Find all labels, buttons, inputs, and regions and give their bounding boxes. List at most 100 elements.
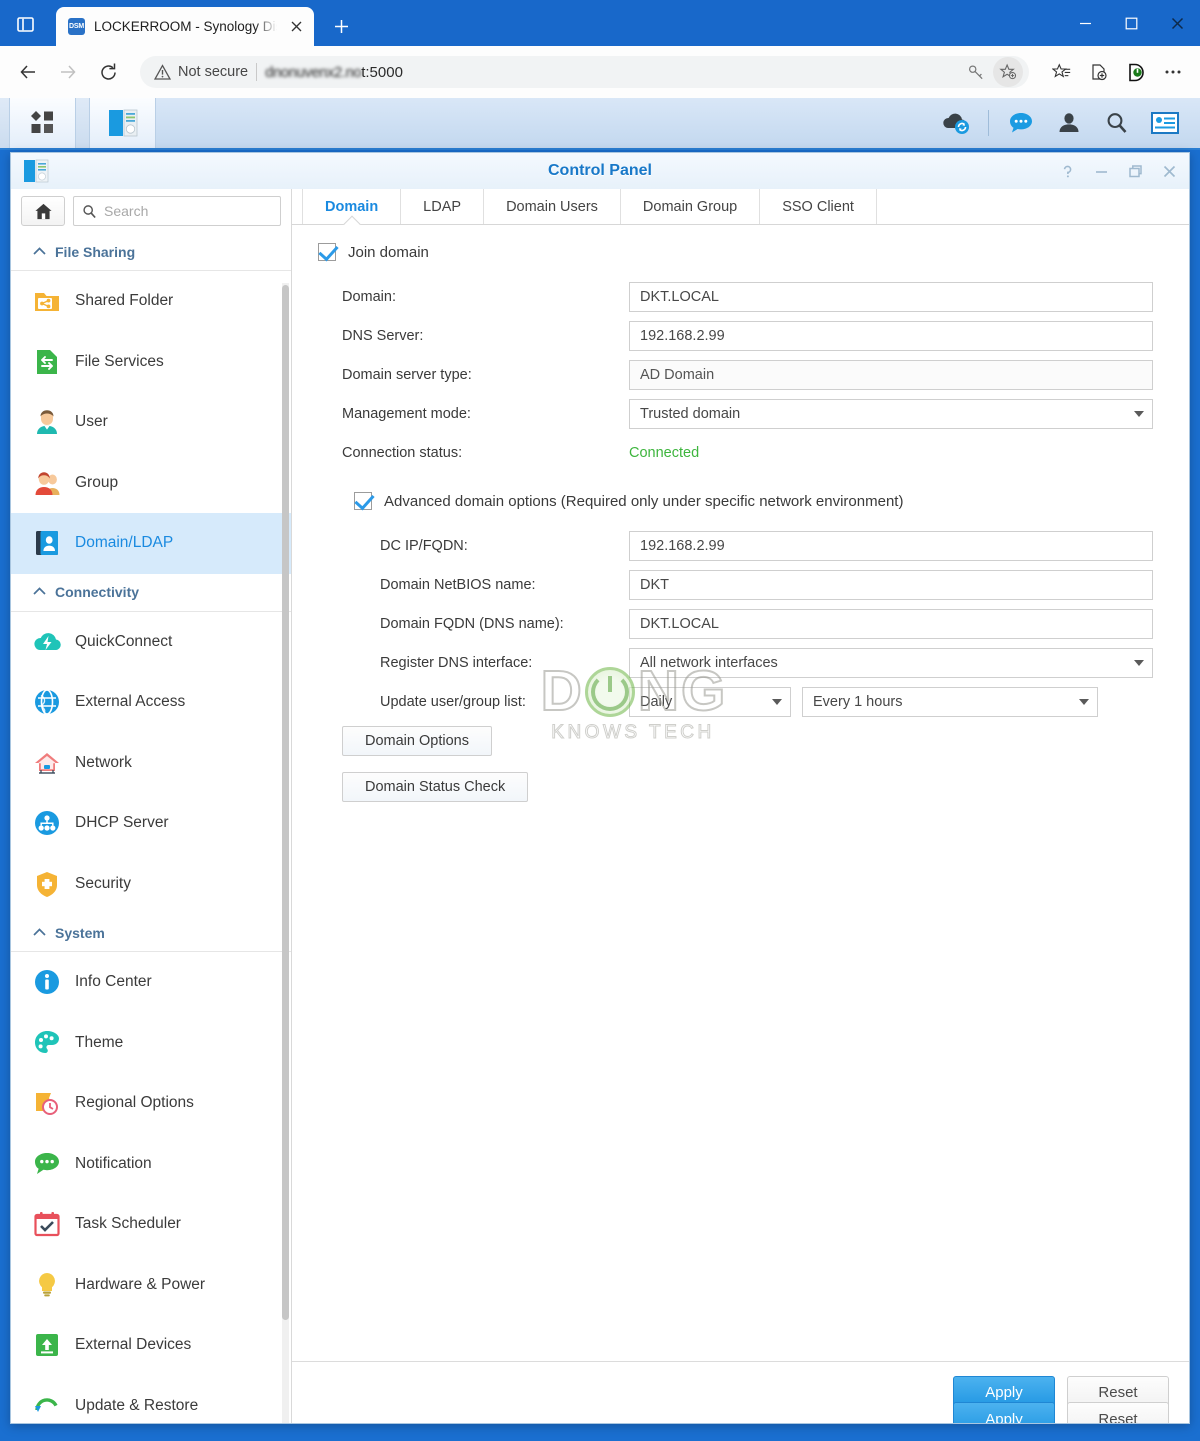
security-status-label: Not secure xyxy=(178,64,249,80)
sidebar-item-notification[interactable]: Notification xyxy=(11,1134,291,1195)
more-options-icon[interactable] xyxy=(1156,55,1190,89)
management-mode-select[interactable]: Trusted domain xyxy=(629,398,1153,429)
register-dns-select[interactable]: All network interfaces xyxy=(629,647,1153,678)
collections-icon[interactable] xyxy=(1082,55,1116,89)
sidebar-item-theme[interactable]: Theme xyxy=(11,1013,291,1074)
close-icon[interactable] xyxy=(286,17,306,37)
sidebar-group-label: Connectivity xyxy=(55,584,140,600)
sidebar-item-external-access[interactable]: External Access xyxy=(11,672,291,733)
close-icon[interactable] xyxy=(1154,0,1200,46)
tab-search-icon[interactable] xyxy=(8,7,42,41)
sidebar-nav-list[interactable]: File Sharing Shared Folder File Services… xyxy=(11,233,291,1423)
update-interval-select[interactable]: Every 1 hours xyxy=(802,686,1098,717)
connection-status-row: Connection status: Connected xyxy=(292,433,1189,472)
domain-status-check-button[interactable]: Domain Status Check xyxy=(342,772,529,802)
sidebar-item-label: Domain/LDAP xyxy=(75,534,174,552)
domain-options-button[interactable]: Domain Options xyxy=(342,726,492,756)
maximize-icon[interactable] xyxy=(1108,0,1154,46)
tab-ldap[interactable]: LDAP xyxy=(401,189,485,224)
sidebar-item-label: External Access xyxy=(75,693,186,711)
search-icon[interactable] xyxy=(1094,100,1140,146)
chevron-up-icon xyxy=(33,243,46,261)
new-tab-button[interactable] xyxy=(326,11,356,41)
update-frequency-select[interactable]: Daily xyxy=(629,686,791,717)
task-scheduler-icon xyxy=(33,1210,61,1238)
sidebar-item-regional-options[interactable]: Regional Options xyxy=(11,1073,291,1134)
sidebar-item-shared-folder[interactable]: Shared Folder xyxy=(11,271,291,332)
notifications-icon[interactable] xyxy=(998,100,1044,146)
tab-domain[interactable]: Domain xyxy=(302,189,402,224)
sidebar-item-info-center[interactable]: Info Center xyxy=(11,952,291,1013)
domain-input[interactable]: DKT.LOCAL xyxy=(629,281,1153,312)
join-domain-checkbox[interactable] xyxy=(318,243,336,261)
address-bar[interactable]: Not secure dnonuvenx2.not:5000 xyxy=(140,56,1029,88)
close-icon[interactable] xyxy=(1157,159,1181,183)
favorites-icon[interactable] xyxy=(1045,55,1079,89)
warning-triangle-icon xyxy=(154,63,171,80)
sidebar-item-hardware-power[interactable]: Hardware & Power xyxy=(11,1255,291,1316)
minimize-icon[interactable] xyxy=(1062,0,1108,46)
restore-icon[interactable] xyxy=(1123,159,1147,183)
connection-status-label: Connection status: xyxy=(342,444,463,461)
sidebar-item-update-restore[interactable]: Update & Restore xyxy=(11,1376,291,1424)
user-icon xyxy=(33,408,61,436)
extension-icon[interactable] xyxy=(1119,55,1153,89)
cloud-sync-icon[interactable] xyxy=(933,100,979,146)
sidebar-group-file-sharing[interactable]: File Sharing xyxy=(11,233,291,271)
domain-fqdn-input[interactable]: DKT.LOCAL xyxy=(629,608,1153,639)
help-icon[interactable] xyxy=(1055,159,1079,183)
sidebar-group-label: System xyxy=(55,924,105,941)
minimize-icon[interactable] xyxy=(1089,159,1113,183)
url-blurred-part: dnonuvenx2.no xyxy=(265,63,362,81)
dns-server-input[interactable]: 192.168.2.99 xyxy=(629,320,1153,351)
sidebar-item-label: Task Scheduler xyxy=(75,1215,181,1233)
register-dns-row: Register DNS interface: All network inte… xyxy=(292,643,1189,682)
netbios-name-input[interactable]: DKT xyxy=(629,569,1153,600)
search-input[interactable]: Search xyxy=(73,196,281,226)
widgets-icon[interactable] xyxy=(1142,100,1188,146)
tab-domain-group[interactable]: Domain Group xyxy=(621,189,761,224)
domain-fqdn-row: Domain FQDN (DNS name): DKT.LOCAL xyxy=(292,604,1189,643)
browser-tab[interactable]: DSM LOCKERROOM - Synology DiskSt xyxy=(56,7,314,46)
sidebar-item-dhcp-server[interactable]: DHCP Server xyxy=(11,793,291,854)
sidebar-item-task-scheduler[interactable]: Task Scheduler xyxy=(11,1194,291,1255)
security-status[interactable]: Not secure xyxy=(154,63,249,81)
sidebar-item-group[interactable]: Group xyxy=(11,453,291,514)
key-icon[interactable] xyxy=(961,57,991,87)
home-icon[interactable] xyxy=(21,196,65,226)
sidebar-group-connectivity[interactable]: Connectivity xyxy=(11,574,291,612)
advanced-options-checkbox[interactable] xyxy=(354,492,372,510)
update-list-row: Update user/group list: Daily Every 1 ho… xyxy=(292,682,1189,721)
sidebar-group-label: File Sharing xyxy=(55,243,136,260)
sidebar-scrollbar-thumb[interactable] xyxy=(282,285,289,1320)
sidebar-item-network[interactable]: Network xyxy=(11,733,291,794)
domain-label: Domain: xyxy=(342,288,396,305)
tab-domain-users[interactable]: Domain Users xyxy=(484,189,621,224)
external-devices-icon xyxy=(33,1331,61,1359)
management-mode-value: Trusted domain xyxy=(640,405,741,422)
sidebar-item-user[interactable]: User xyxy=(11,392,291,453)
security-icon xyxy=(33,870,61,898)
dhcp-server-icon xyxy=(33,809,61,837)
regional-options-icon xyxy=(33,1089,61,1117)
sidebar-item-domain-ldap[interactable]: Domain/LDAP xyxy=(11,513,291,574)
reload-icon[interactable] xyxy=(90,54,126,90)
domain-server-type-value: AD Domain xyxy=(629,359,1153,390)
advanced-options-label: Advanced domain options (Required only u… xyxy=(384,492,904,510)
add-favorite-star-icon[interactable] xyxy=(993,57,1023,87)
chevron-down-icon xyxy=(772,698,782,705)
sidebar-item-quickconnect[interactable]: QuickConnect xyxy=(11,612,291,673)
sidebar-item-file-services[interactable]: File Services xyxy=(11,332,291,393)
tab-sso-client[interactable]: SSO Client xyxy=(760,189,877,224)
sidebar-group-system[interactable]: System xyxy=(11,914,291,952)
control-panel-app-icon[interactable] xyxy=(90,98,156,148)
dc-ip-fqdn-input[interactable]: 192.168.2.99 xyxy=(629,530,1153,561)
sidebar-item-external-devices[interactable]: External Devices xyxy=(11,1315,291,1376)
control-panel-titlebar[interactable]: Control Panel xyxy=(11,153,1189,189)
chevron-down-icon xyxy=(1134,659,1144,666)
sidebar-item-security[interactable]: Security xyxy=(11,854,291,915)
back-arrow-icon[interactable] xyxy=(10,54,46,90)
search-placeholder: Search xyxy=(104,203,149,219)
main-menu-icon[interactable] xyxy=(10,98,76,148)
user-account-icon[interactable] xyxy=(1046,100,1092,146)
